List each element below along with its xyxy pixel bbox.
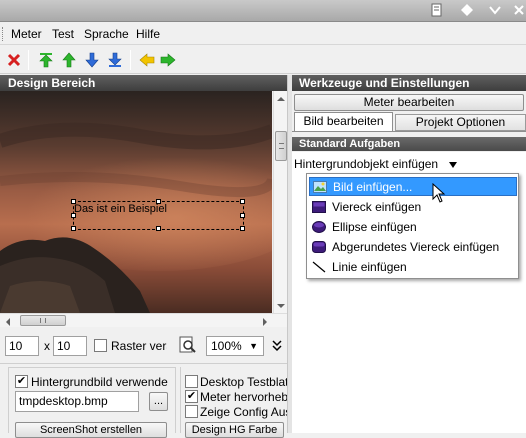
tools-settings-header: Werkzeuge und Einstellungen [292,75,526,91]
resize-handle[interactable] [156,199,161,204]
menu-item-label: Bild einfügen... [333,179,413,194]
design-bg-color-button[interactable]: Design HG Farbe [185,422,284,438]
resize-handle[interactable] [71,213,76,218]
standard-tasks-header: Standard Aufgaben [292,137,526,151]
dropdown-arrow-icon[interactable] [448,159,458,169]
highlight-meter-checkbox[interactable]: ✔ [185,390,198,403]
screenshot-button[interactable]: ScreenShot erstellen [15,422,167,438]
show-config-label: Zeige Config Aus [200,405,287,419]
highlight-meter-label: Meter hervorhebe [200,390,287,404]
menu-test[interactable]: Test [52,27,74,41]
grid-controls: 10 x 10 Raster vera 100% ▼ [0,328,287,364]
tab-bild-bearbeiten[interactable]: Bild bearbeiten [294,112,393,131]
horizontal-scrollbar[interactable] [0,313,287,327]
resize-handle[interactable] [240,213,245,218]
checkmark-icon: ✔ [16,375,27,387]
title-strip [0,0,526,22]
line-icon [312,261,326,272]
move-down-icon[interactable] [84,52,100,68]
menu-item-insert-line[interactable]: Linie einfügen [309,257,517,276]
show-config-checkbox[interactable] [185,405,198,418]
delete-icon[interactable] [6,52,22,68]
sample-text: Das ist ein Beispiel [74,203,167,215]
design-canvas[interactable]: Das ist ein Beispiel [0,91,272,313]
close-window-icon[interactable] [510,3,526,19]
menu-item-label: Linie einfügen [332,259,407,274]
scroll-up-icon[interactable] [276,93,286,103]
menu-item-label: Ellipse einfügen [332,219,417,234]
scroll-left-icon[interactable] [3,316,13,326]
mouse-cursor-icon [432,182,446,203]
move-up-icon[interactable] [61,52,77,68]
rounded-rectangle-icon [312,240,326,253]
background-image-checkbox[interactable]: ✔ [15,375,28,388]
grid-times-label: x [44,339,50,353]
vertical-scrollbar[interactable] [273,91,287,313]
selected-text-object[interactable]: Das ist ein Beispiel [71,199,245,231]
zoom-select[interactable]: 100% ▼ [206,336,264,356]
double-chevron-down-icon[interactable] [271,338,283,352]
desktop-test-checkbox[interactable] [185,375,198,388]
menu-grip [2,27,5,41]
rectangle-icon [312,200,326,213]
checkmark-icon: ✔ [186,390,197,402]
menu-item-insert-ellipse[interactable]: Ellipse einfügen [309,217,517,236]
diamond-icon[interactable] [458,3,476,19]
resize-handle[interactable] [71,226,76,231]
menu-item-insert-rectangle[interactable]: Viereck einfügen [309,197,517,216]
down-chevron-icon[interactable] [486,3,504,19]
browse-button[interactable]: ... [149,392,168,411]
scroll-grip [279,143,284,149]
menu-item-label: Abgerundetes Viereck einfügen [332,239,500,254]
tab-divider [292,131,526,132]
menu-item-label: Viereck einfügen [332,199,422,214]
menu-meter[interactable]: Meter [11,27,42,41]
move-bottom-icon[interactable] [107,52,123,68]
menu-item-insert-rounded-rectangle[interactable]: Abgerundetes Viereck einfügen [309,237,517,256]
toolbar-separator [28,50,29,70]
menu-bar: Meter Test Sprache Hilfe [0,23,526,45]
vertical-scroll-thumb[interactable] [275,131,287,161]
arrow-right-icon[interactable] [160,52,176,68]
menu-sprache[interactable]: Sprache [84,27,129,41]
zoom-value: 100% [211,339,242,353]
ellipse-icon [312,220,326,233]
menu-hilfe[interactable]: Hilfe [136,27,160,41]
scroll-right-icon[interactable] [260,316,270,326]
resize-handle[interactable] [240,199,245,204]
desktop-test-label: Desktop Testblatt [200,375,287,389]
notes-icon[interactable] [428,3,446,19]
scroll-down-icon[interactable] [276,300,286,310]
grid-x-input[interactable]: 10 [5,336,39,356]
resize-handle[interactable] [240,226,245,231]
insert-background-object-label[interactable]: Hintergrundobjekt einfügen [294,157,444,171]
zoom-preview-icon[interactable] [179,336,197,354]
grid-y-input[interactable]: 10 [53,336,87,356]
bottom-options: ✔ Hintergrundbild verwende tmpdesktop.bm… [0,365,287,438]
menu-item-insert-image[interactable]: Bild einfügen... [309,177,517,196]
chevron-down-icon: ▼ [249,341,258,351]
toolbar-separator [130,50,131,70]
move-top-icon[interactable] [38,52,54,68]
toolbar [0,46,526,74]
insert-object-menu: Bild einfügen... Viereck einfügen Ellips… [306,173,519,279]
background-file-input[interactable]: tmpdesktop.bmp [15,391,139,412]
resize-handle[interactable] [71,199,76,204]
raster-checkbox[interactable] [94,339,107,352]
raster-label: Raster vera [111,339,167,353]
background-image-label: Hintergrundbild verwende [31,375,168,389]
tab-projekt-optionen[interactable]: Projekt Optionen [395,114,526,131]
design-area-header: Design Bereich [0,75,287,91]
horizontal-scroll-thumb[interactable] [20,315,66,326]
edit-meter-button[interactable]: Meter bearbeiten [294,94,524,111]
scroll-grip [40,318,46,323]
resize-handle[interactable] [156,226,161,231]
arrow-left-icon[interactable] [139,52,155,68]
picture-icon [313,180,327,193]
